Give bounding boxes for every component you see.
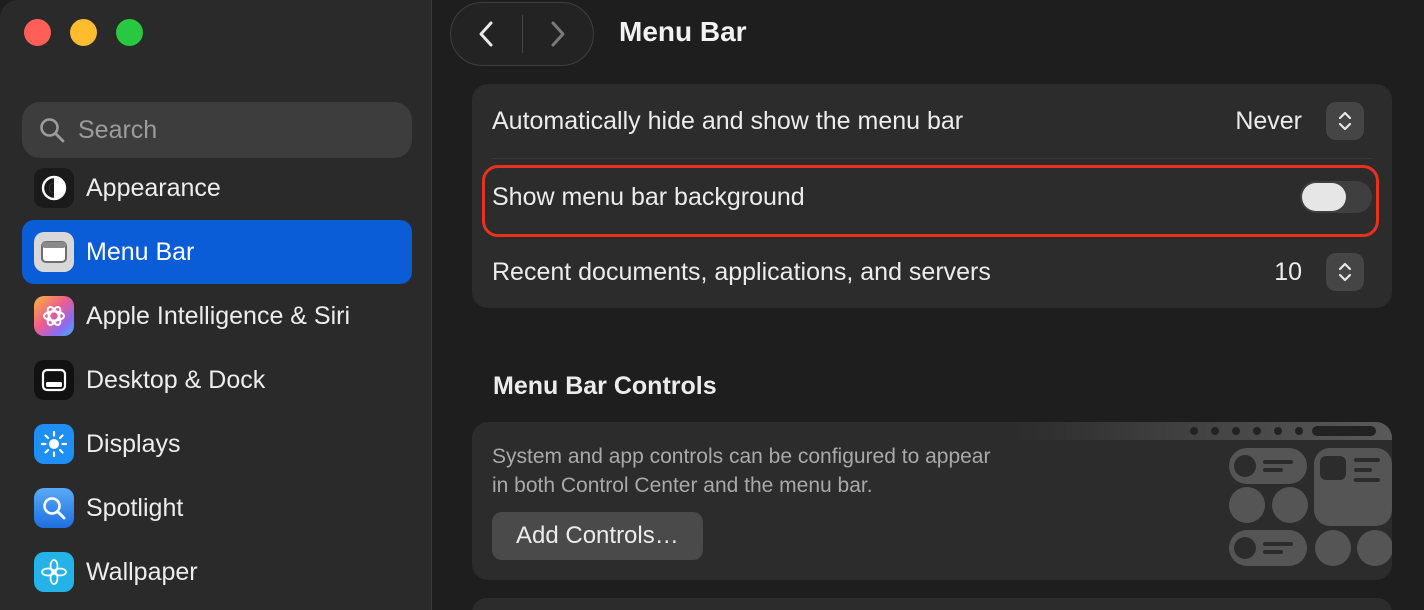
sidebar-item-label: Displays (86, 429, 181, 458)
back-button[interactable] (451, 4, 522, 64)
show-background-toggle[interactable] (1300, 181, 1372, 213)
menu-bar-settings-group: Automatically hide and show the menu bar… (472, 84, 1392, 308)
search-input[interactable] (78, 115, 378, 145)
sidebar-item-label: Wallpaper (86, 557, 198, 586)
zoom-window-button[interactable] (116, 19, 143, 46)
recent-items-value[interactable]: 10 (1274, 258, 1302, 287)
sidebar-item-menu-bar[interactable]: Menu Bar (22, 220, 412, 284)
toggle-knob (1302, 183, 1346, 211)
add-controls-button[interactable]: Add Controls… (492, 512, 703, 560)
spotlight-icon (34, 488, 74, 528)
close-window-button[interactable] (24, 19, 51, 46)
menu-bar-controls-group: System and app controls can be configure… (472, 422, 1392, 580)
auto-hide-label: Automatically hide and show the menu bar (492, 106, 964, 135)
section-title: Menu Bar Controls (493, 372, 717, 400)
sidebar-item-displays[interactable]: Displays (22, 412, 412, 476)
sidebar-item-desktop-dock[interactable]: Desktop & Dock (22, 348, 412, 412)
auto-hide-row: Automatically hide and show the menu bar… (472, 84, 1392, 158)
menu-bar-icon (34, 232, 74, 272)
dock-icon (34, 360, 74, 400)
minimize-window-button[interactable] (70, 19, 97, 46)
sidebar-item-label: Appearance (86, 173, 221, 202)
show-background-row: Show menu bar background (472, 160, 1392, 234)
sidebar-item-label: Spotlight (86, 493, 184, 522)
auto-hide-value[interactable]: Never (1235, 107, 1302, 136)
show-background-label: Show menu bar background (492, 182, 805, 211)
sidebar-item-spotlight[interactable]: Spotlight (22, 476, 412, 540)
wallpaper-icon (34, 552, 74, 592)
control-center-illustration-icon (1012, 422, 1392, 566)
sidebar-item-apple-intelligence-siri[interactable]: Apple Intelligence & Siri (22, 284, 412, 348)
recent-items-popup-button[interactable] (1326, 253, 1364, 291)
sidebar-item-label: Apple Intelligence & Siri (86, 301, 351, 330)
recent-items-row: Recent documents, applications, and serv… (472, 235, 1392, 309)
controls-description: System and app controls can be configure… (492, 445, 991, 497)
sidebar-item-appearance[interactable]: Appearance (22, 156, 412, 220)
sidebar-nav: Appearance Menu Bar Apple Intelligence &… (22, 156, 412, 604)
search-icon (40, 118, 65, 143)
forward-button[interactable] (523, 4, 594, 64)
auto-hide-popup-button[interactable] (1326, 102, 1364, 140)
window-controls (24, 19, 143, 46)
chevron-up-down-icon (1338, 262, 1352, 282)
sidebar: Appearance Menu Bar (0, 0, 432, 610)
recent-items-label: Recent documents, applications, and serv… (492, 257, 991, 286)
sidebar-item-label: Menu Bar (86, 237, 195, 266)
divider (492, 158, 1372, 159)
chevron-right-icon (551, 21, 565, 47)
chevron-up-down-icon (1338, 111, 1352, 131)
page-title: Menu Bar (619, 16, 747, 47)
search-field[interactable] (22, 102, 412, 158)
next-settings-group (472, 598, 1392, 610)
appearance-icon (34, 168, 74, 208)
sidebar-item-wallpaper[interactable]: Wallpaper (22, 540, 412, 604)
chevron-left-icon (479, 21, 493, 47)
back-forward-control (450, 2, 594, 66)
siri-icon (34, 296, 74, 336)
displays-icon (34, 424, 74, 464)
sidebar-item-label: Desktop & Dock (86, 365, 266, 394)
